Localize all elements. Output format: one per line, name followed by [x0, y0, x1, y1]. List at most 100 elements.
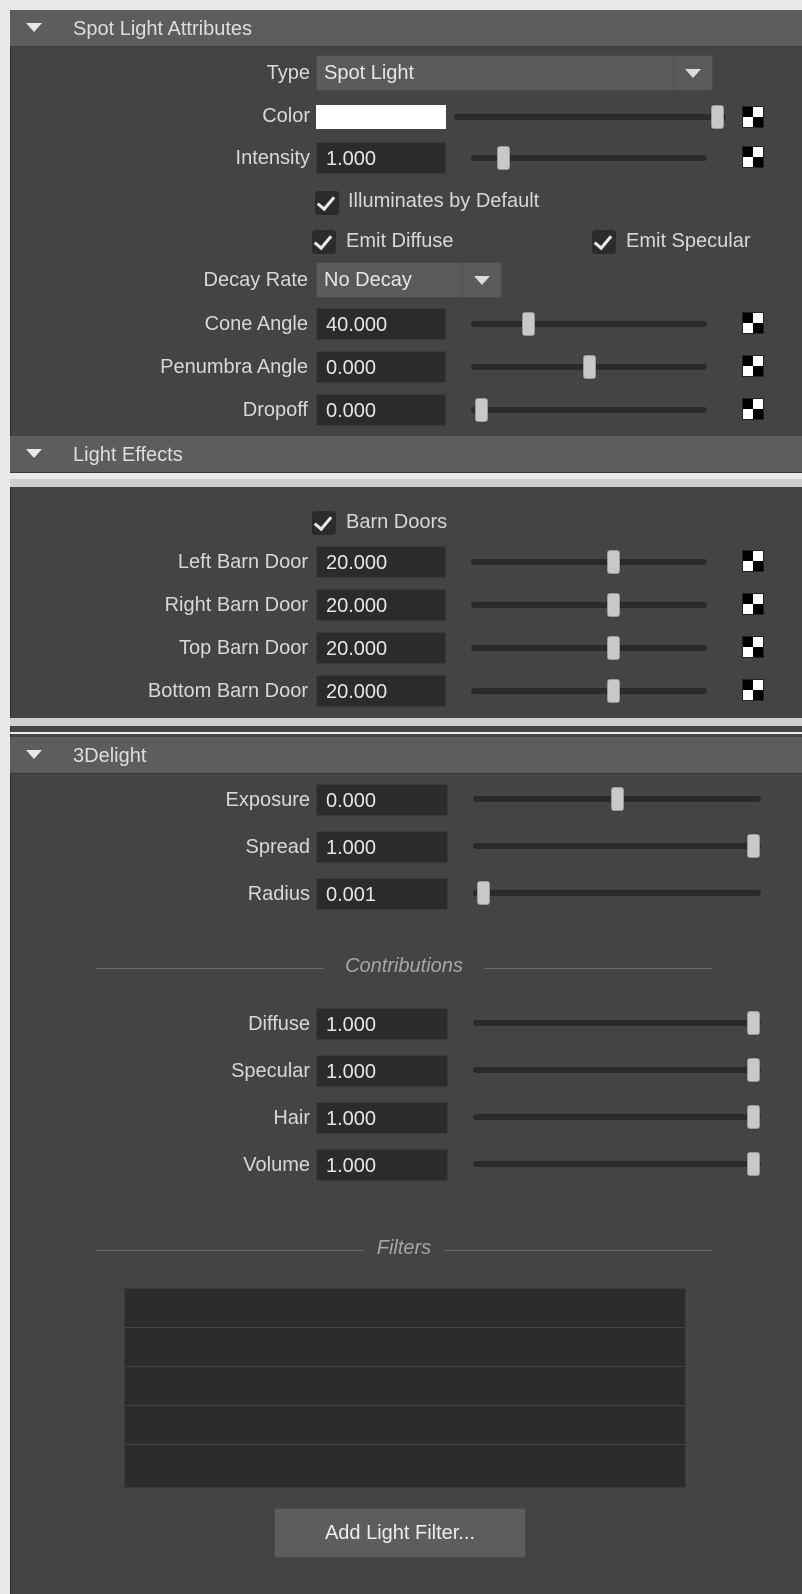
color-label: Color — [262, 105, 310, 127]
penumbra-angle-field[interactable]: 0.000 — [316, 351, 446, 383]
emit-diffuse-checkbox[interactable] — [312, 230, 336, 254]
left-barn-door-slider-track[interactable] — [471, 559, 707, 565]
spread-slider-track[interactable] — [473, 843, 761, 849]
torn-divider — [10, 718, 802, 726]
top-barn-door-label: Top Barn Door — [179, 637, 308, 659]
list-item[interactable] — [125, 1406, 685, 1445]
penumbra-angle-slider-thumb[interactable] — [583, 355, 596, 379]
list-item[interactable] — [125, 1367, 685, 1406]
volume-slider-thumb[interactable] — [747, 1152, 760, 1176]
section-header-spot-light[interactable]: Spot Light Attributes — [10, 10, 802, 47]
checker-map-icon[interactable] — [742, 398, 764, 420]
cone-angle-slider-thumb[interactable] — [522, 312, 535, 336]
triangle-down-icon[interactable] — [26, 23, 42, 32]
type-dropdown[interactable]: Spot Light — [316, 55, 713, 91]
list-item[interactable] — [125, 1289, 685, 1328]
color-slider-thumb[interactable] — [711, 105, 724, 129]
radius-label: Radius — [247, 883, 310, 905]
exposure-label: Exposure — [225, 789, 311, 811]
spread-label: Spread — [245, 836, 311, 858]
hair-label: Hair — [273, 1107, 310, 1129]
cone-angle-label: Cone Angle — [204, 313, 308, 335]
radius-field[interactable]: 0.001 — [316, 878, 448, 910]
intensity-field[interactable]: 1.000 — [316, 142, 446, 174]
radius-slider-track[interactable] — [473, 890, 761, 896]
exposure-field[interactable]: 0.000 — [316, 784, 448, 816]
right-barn-door-field[interactable]: 20.000 — [316, 589, 446, 621]
list-item[interactable] — [125, 1445, 685, 1484]
filters-title: Filters — [376, 1237, 432, 1259]
top-barn-door-slider-thumb[interactable] — [607, 636, 620, 660]
hair-field[interactable]: 1.000 — [316, 1102, 448, 1134]
bottom-barn-door-slider-thumb[interactable] — [607, 679, 620, 703]
diffuse-slider-thumb[interactable] — [747, 1011, 760, 1035]
volume-field[interactable]: 1.000 — [316, 1149, 448, 1181]
contributions-title: Contributions — [345, 955, 463, 977]
exposure-slider-thumb[interactable] — [611, 787, 624, 811]
bottom-barn-door-slider-track[interactable] — [471, 688, 707, 694]
bottom-barn-door-label: Bottom Barn Door — [147, 680, 308, 702]
dropoff-field[interactable]: 0.000 — [316, 394, 446, 426]
right-barn-door-slider-track[interactable] — [471, 602, 707, 608]
section-title: Spot Light Attributes — [73, 18, 253, 40]
specular-label: Specular — [231, 1060, 310, 1082]
top-barn-door-slider-track[interactable] — [471, 645, 707, 651]
emit-specular-checkbox[interactable] — [592, 230, 616, 254]
color-slider-track[interactable] — [454, 114, 726, 120]
spread-slider-thumb[interactable] — [747, 834, 760, 858]
intensity-slider-thumb[interactable] — [497, 146, 510, 170]
dropoff-slider-thumb[interactable] — [475, 398, 488, 422]
checker-map-icon[interactable] — [742, 593, 764, 615]
penumbra-angle-label: Penumbra Angle — [160, 356, 308, 378]
checker-map-icon[interactable] — [742, 312, 764, 334]
type-value: Spot Light — [324, 62, 415, 84]
checkmark-icon — [316, 191, 336, 212]
radius-slider-thumb[interactable] — [477, 881, 490, 905]
separator-line — [96, 968, 324, 969]
volume-slider-track[interactable] — [473, 1161, 761, 1167]
chevron-down-icon — [474, 276, 490, 285]
right-barn-door-slider-thumb[interactable] — [607, 593, 620, 617]
triangle-down-icon[interactable] — [26, 449, 42, 458]
dropoff-slider-track[interactable] — [471, 407, 707, 413]
checker-map-icon[interactable] — [742, 636, 764, 658]
filters-list[interactable] — [124, 1288, 686, 1488]
left-barn-door-field[interactable]: 20.000 — [316, 546, 446, 578]
specular-field[interactable]: 1.000 — [316, 1055, 448, 1087]
checkmark-icon — [593, 230, 613, 251]
color-swatch[interactable] — [316, 105, 446, 129]
add-light-filter-button[interactable]: Add Light Filter... — [274, 1508, 526, 1558]
separator-line — [484, 968, 712, 969]
checkmark-icon — [313, 511, 333, 532]
diffuse-slider-track[interactable] — [473, 1020, 761, 1026]
section-title: 3Delight — [73, 745, 147, 767]
separator-line — [96, 1250, 364, 1251]
bottom-barn-door-field[interactable]: 20.000 — [316, 675, 446, 707]
spread-field[interactable]: 1.000 — [316, 831, 448, 863]
hair-slider-thumb[interactable] — [747, 1105, 760, 1129]
left-barn-door-slider-thumb[interactable] — [607, 550, 620, 574]
top-barn-door-field[interactable]: 20.000 — [316, 632, 446, 664]
decay-rate-dropdown[interactable]: No Decay — [316, 262, 502, 298]
illuminates-checkbox[interactable] — [315, 191, 339, 215]
list-item[interactable] — [125, 1328, 685, 1367]
hair-slider-track[interactable] — [473, 1114, 761, 1120]
checker-map-icon[interactable] — [742, 679, 764, 701]
triangle-down-icon[interactable] — [26, 750, 42, 759]
checkmark-icon — [313, 230, 333, 251]
separator-line — [444, 1250, 712, 1251]
section-header-3delight[interactable]: 3Delight — [10, 737, 802, 774]
section-header-light-effects[interactable]: Light Effects — [10, 436, 802, 473]
diffuse-field[interactable]: 1.000 — [316, 1008, 448, 1040]
chevron-down-icon — [685, 69, 701, 78]
barn-doors-checkbox[interactable] — [312, 511, 336, 535]
checker-map-icon[interactable] — [742, 106, 764, 128]
dropoff-label: Dropoff — [242, 399, 308, 421]
cone-angle-field[interactable]: 40.000 — [316, 308, 446, 340]
checker-map-icon[interactable] — [742, 355, 764, 377]
checker-map-icon[interactable] — [742, 550, 764, 572]
cone-angle-slider-track[interactable] — [471, 321, 707, 327]
specular-slider-track[interactable] — [473, 1067, 761, 1073]
checker-map-icon[interactable] — [742, 146, 764, 168]
specular-slider-thumb[interactable] — [747, 1058, 760, 1082]
